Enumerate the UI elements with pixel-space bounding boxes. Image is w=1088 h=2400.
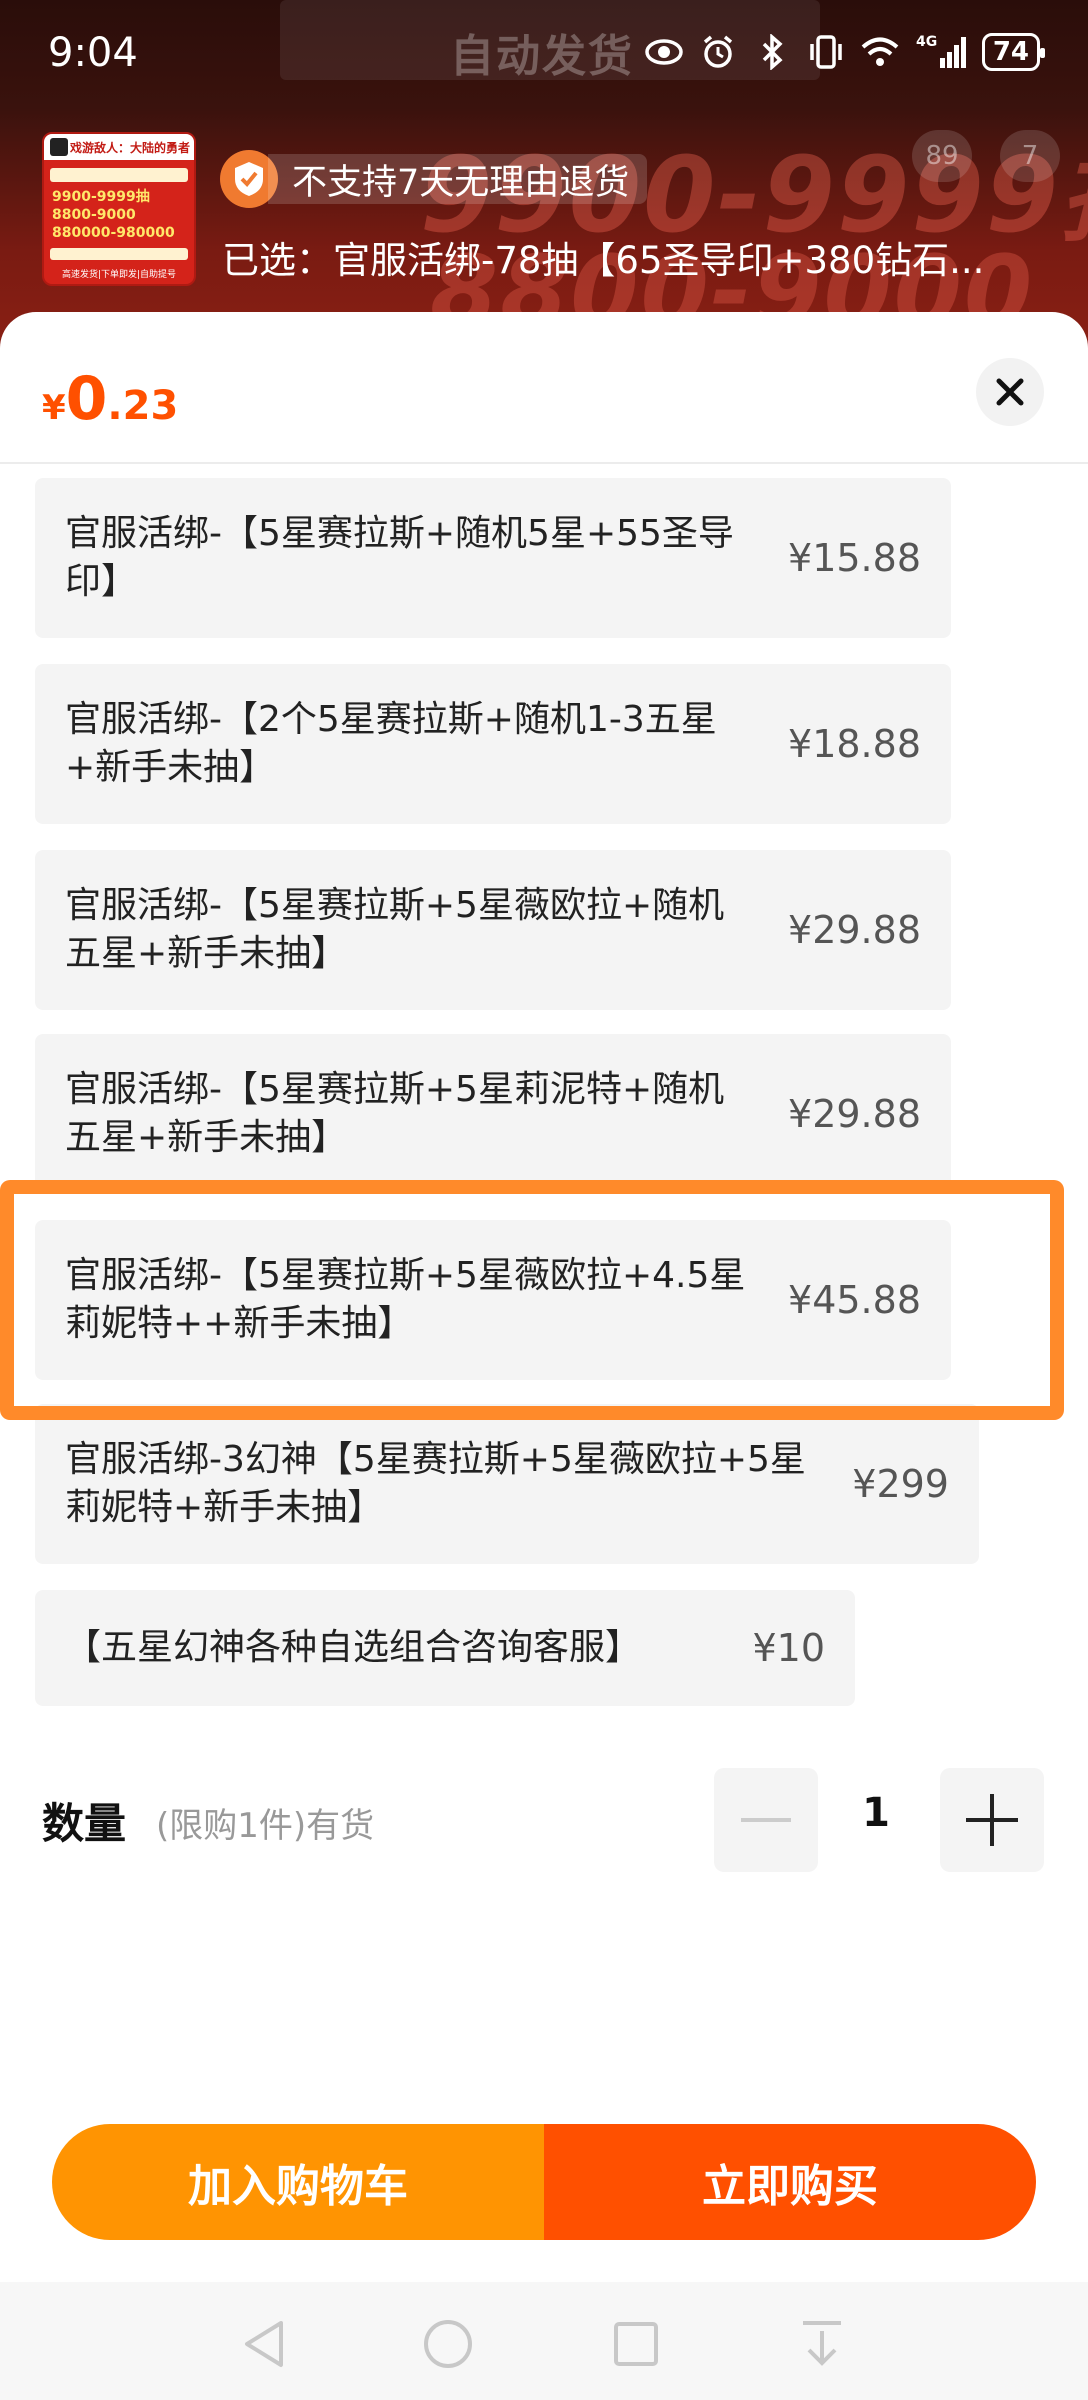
divider: [0, 462, 1088, 464]
banner-badge: 89: [912, 130, 972, 182]
quantity-label: 数量: [42, 1799, 127, 1848]
quantity-decrease-button[interactable]: [714, 1768, 818, 1872]
return-policy-row: 不支持7天无理由退货: [220, 150, 648, 208]
sku-option[interactable]: 官服活绑-【5星赛拉斯+5星薇欧拉+4.5星莉妮特++新手未抽】 ¥45.88: [35, 1220, 951, 1380]
price-currency: ¥: [42, 388, 66, 428]
bluetooth-icon: [752, 32, 792, 72]
sku-option[interactable]: 官服活绑-【2个5星赛拉斯+随机1-3五星+新手未抽】 ¥18.88: [35, 664, 951, 824]
eye-icon: [644, 32, 684, 72]
plus-icon: [966, 1794, 1018, 1846]
price-integer: 0: [65, 364, 108, 434]
home-nav-button[interactable]: [420, 2316, 476, 2372]
sku-option-name: 官服活绑-【5星赛拉斯+随机5星+55圣导印】: [65, 513, 734, 602]
quantity-limit-note: (限购1件)有货: [156, 1806, 375, 1846]
action-buttons: 加入购物车 立即购买: [52, 2124, 1036, 2240]
price: ¥0.23: [42, 364, 178, 434]
thumbnail-logo: [50, 138, 68, 156]
sku-option-name: 官服活绑-【5星赛拉斯+5星莉泥特+随机五星+新手未抽】: [65, 1069, 725, 1158]
quantity-increase-button[interactable]: [940, 1768, 1044, 1872]
sku-option[interactable]: 官服活绑-3幻神【5星赛拉斯+5星薇欧拉+5星莉妮特+新手未抽】 ¥299: [35, 1404, 979, 1564]
sku-option-price: ¥15.88: [788, 536, 921, 580]
product-thumbnail[interactable]: 戏游敌人：大陆的勇者 9900-9999抽 8800-9000 880000-9…: [42, 132, 196, 286]
status-time: 9:04: [48, 30, 138, 76]
sku-option-name: 官服活绑-【5星赛拉斯+5星薇欧拉+随机五星+新手未抽】: [65, 885, 725, 974]
wifi-icon: [860, 32, 900, 72]
sku-option-name: 官服活绑-【2个5星赛拉斯+随机1-3五星+新手未抽】: [65, 699, 717, 788]
sku-option-name: 【五星幻神各种自选组合咨询客服】: [65, 1627, 642, 1668]
price-decimal: .23: [107, 383, 179, 429]
sku-option[interactable]: 【五星幻神各种自选组合咨询客服】 ¥10: [35, 1590, 855, 1706]
sku-option-price: ¥18.88: [788, 722, 921, 766]
home-circle-icon: [424, 2320, 472, 2368]
buy-now-button[interactable]: 立即购买: [544, 2124, 1036, 2240]
svg-text:4G: 4G: [916, 34, 937, 50]
sku-option[interactable]: 官服活绑-【5星赛拉斯+随机5星+55圣导印】 ¥15.88: [35, 478, 951, 638]
sku-option-price: ¥29.88: [788, 1092, 921, 1136]
back-nav-button[interactable]: [236, 2316, 292, 2372]
close-icon: [996, 378, 1024, 406]
banner-badge: 7: [1000, 130, 1060, 182]
system-navigation-bar: [0, 2282, 1088, 2400]
quantity-value: 1: [862, 1790, 890, 1836]
thumbnail-line: 880000-980000: [52, 225, 175, 241]
sku-option-price: ¥45.88: [788, 1278, 921, 1322]
alarm-icon: [698, 32, 738, 72]
signal-icon: 4G: [914, 32, 968, 72]
selected-variant-text: 已选：官服活绑-78抽【65圣导印+380钻石...: [222, 239, 985, 282]
sku-option[interactable]: 官服活绑-【5星赛拉斯+5星莉泥特+随机五星+新手未抽】 ¥29.88: [35, 1034, 951, 1194]
sku-option-name: 官服活绑-【5星赛拉斯+5星薇欧拉+4.5星莉妮特++新手未抽】: [65, 1255, 746, 1344]
sku-option-price: ¥299: [852, 1462, 949, 1506]
sku-option[interactable]: 官服活绑-【5星赛拉斯+5星薇欧拉+随机五星+新手未抽】 ¥29.88: [35, 850, 951, 1010]
thumbnail-footer: 高速发货|下单即发|自助提号: [61, 270, 177, 280]
sku-option-price: ¥29.88: [788, 908, 921, 952]
minus-icon: [741, 1818, 791, 1822]
close-button[interactable]: [976, 358, 1044, 426]
add-to-cart-button[interactable]: 加入购物车: [52, 2124, 544, 2240]
recents-nav-button[interactable]: [608, 2316, 664, 2372]
thumbnail-line: 8800-9000: [52, 207, 136, 223]
status-bar: 9:04 4G 74: [0, 0, 1088, 110]
thumbnail-line: 9900-9999抽: [52, 189, 150, 205]
back-triangle-icon: [245, 2321, 283, 2367]
sku-option-name: 官服活绑-3幻神【5星赛拉斯+5星薇欧拉+5星莉妮特+新手未抽】: [65, 1439, 806, 1528]
pull-down-icon: [803, 2321, 841, 2366]
sku-option-price: ¥10: [752, 1626, 825, 1670]
vibrate-icon: [806, 32, 846, 72]
status-icons: 4G 74: [644, 32, 1046, 72]
battery-icon: 74: [981, 33, 1046, 71]
notification-pull-button[interactable]: [794, 2316, 850, 2372]
recents-square-icon: [614, 2322, 658, 2366]
return-policy-text: 不支持7天无理由退货: [268, 154, 648, 204]
